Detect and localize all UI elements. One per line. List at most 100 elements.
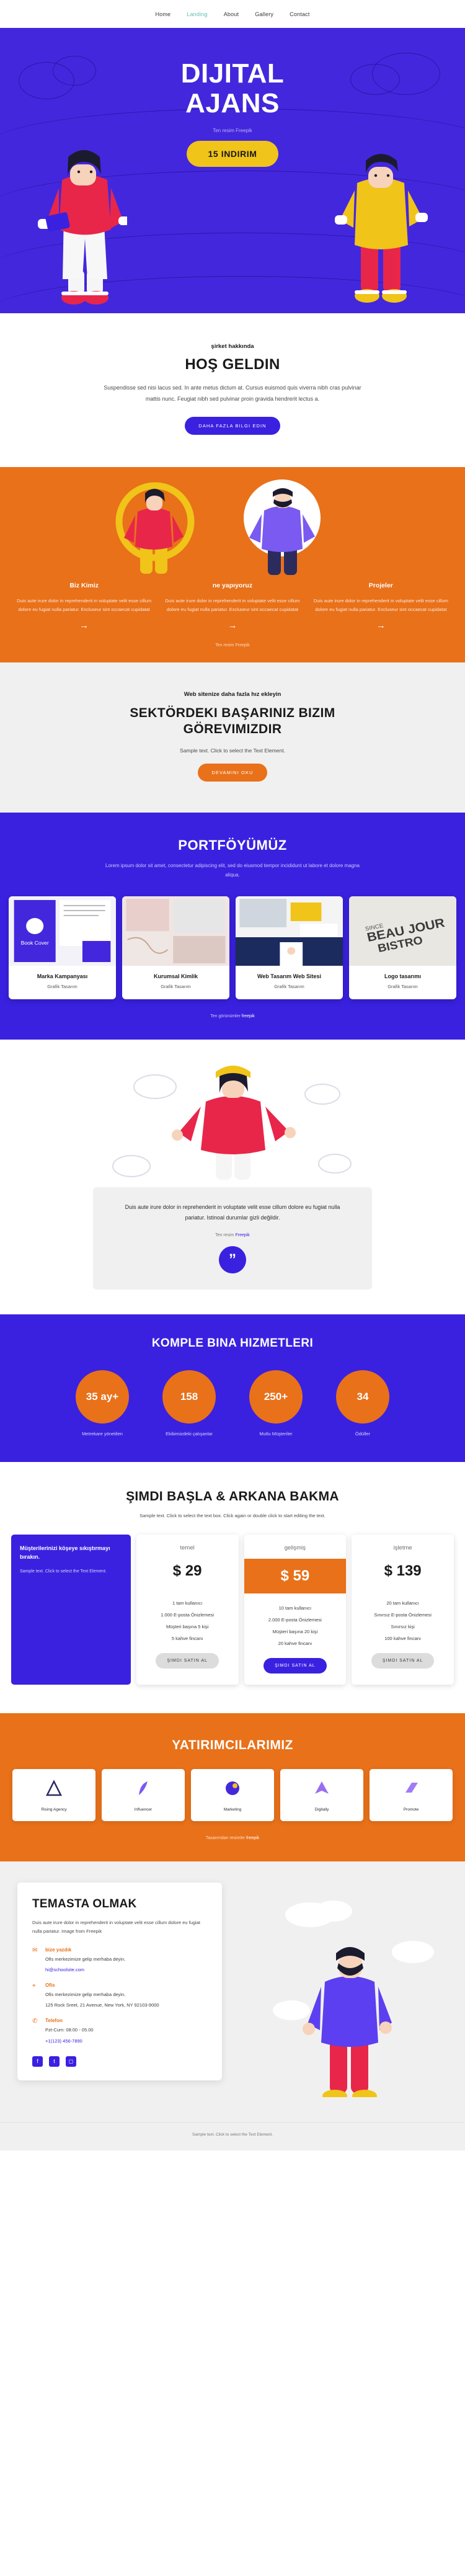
arrow-right-icon[interactable]: → <box>15 620 153 631</box>
contact-email-link[interactable]: hi@schoolsite.com <box>45 1967 84 1972</box>
plan-price: $ 59 <box>244 1559 347 1594</box>
portfolio-card-sub: Grafik Tasarım <box>388 983 418 989</box>
welcome-body: Suspendisse sed nisi lacus sed. In ante … <box>104 385 361 402</box>
features-illustration <box>0 473 465 582</box>
stats-title: KOMPLE BINA HIZMETLERI <box>151 1336 314 1350</box>
plan-feature: 1 tam kullanıcı <box>172 1600 203 1607</box>
facebook-icon[interactable]: f <box>32 2056 43 2067</box>
svg-text:Book Cover: Book Cover <box>21 940 49 946</box>
plan-buy-button[interactable]: ŞIMDI SATIN AL <box>156 1653 219 1669</box>
twitter-icon[interactable]: t <box>49 2056 60 2067</box>
hero-title-line1: DIJITAL <box>180 58 285 89</box>
mission-sample-text: Sample text. Click to select the Text El… <box>180 747 285 754</box>
portfolio-card[interactable]: Book Cover Marka Kampanyası Grafik Tasar… <box>9 896 116 999</box>
promo-body: Sample text. Click to select the Text El… <box>20 1569 107 1574</box>
nav-item-about[interactable]: About <box>224 11 239 17</box>
nav-item-landing[interactable]: Landing <box>187 11 207 17</box>
pricing-plan-advanced[interactable]: gelişmiş $ 59 10 tam kullanıcı 2.000 E-p… <box>244 1535 347 1685</box>
arrow-right-icon[interactable]: → <box>312 620 450 631</box>
investor-logo-card[interactable]: Digitally <box>280 1769 363 1822</box>
feature-column-3: Projeler Duis aute irure dolor in repreh… <box>312 582 450 631</box>
location-icon: ⌖ <box>32 1982 36 1990</box>
quote-credit: Ten resim Freepik <box>118 1233 347 1237</box>
plan-buy-button[interactable]: ŞIMDI SATIN AL <box>371 1653 435 1669</box>
nav-item-home[interactable]: Home <box>155 11 170 17</box>
portfolio-cards: Book Cover Marka Kampanyası Grafik Tasar… <box>0 896 465 999</box>
nav-item-gallery[interactable]: Gallery <box>255 11 273 17</box>
mission-eyebrow: Web sitenize daha fazla hız ekleyin <box>184 690 281 698</box>
portfolio-card-sub: Grafik Tasarım <box>274 983 304 989</box>
portfolio-title: PORTFÖYÜMÜZ <box>178 837 287 853</box>
contact-address: 125 Rock Sreet, 21 Avenue, New York, NY … <box>45 2002 159 2008</box>
investors-credit-brand[interactable]: freepik <box>246 1836 259 1840</box>
welcome-more-button[interactable]: DAHA FAZLA BILGI EDIN <box>185 417 280 435</box>
portfolio-card-title: Logo tasarımı <box>384 973 421 979</box>
pricing-plan-basic[interactable]: temel $ 29 1 tam kullanıcı 1.000 E-posta… <box>136 1535 239 1685</box>
top-navigation: Home Landing About Gallery Contact <box>0 0 465 28</box>
mission-section: Web sitenize daha fazla hız ekleyin SEKT… <box>0 662 465 813</box>
contact-block-office: ⌖ Ofis Ofis merkezimize gelip merhaba de… <box>32 1982 207 2009</box>
investor-name: Digitally <box>314 1807 329 1812</box>
investor-logos: Rising Agency Influencer Marketing Digit… <box>0 1769 465 1822</box>
portfolio-card-sub: Grafik Tasarım <box>47 983 78 989</box>
features-columns: Biz Kimiz Duis aute irure dolor in repre… <box>0 582 465 631</box>
stats-section: KOMPLE BINA HIZMETLERI 35 ay+ Metrekare … <box>0 1314 465 1463</box>
stat-label: Ekibimizdeki çalışanlar <box>166 1430 213 1437</box>
mission-readmore-button[interactable]: DEVAMINI OKU <box>198 764 267 782</box>
investor-name: Influencer <box>134 1807 153 1812</box>
portfolio-card-sub: Grafik Tasarım <box>161 983 191 989</box>
pricing-plan-business[interactable]: işletme $ 139 20 tam kullanıcı Sınırsız … <box>352 1535 454 1685</box>
pricing-sample-text: Sample text. Click to select the text bo… <box>140 1513 326 1519</box>
contact-block-email: ✉ bize yazdık Ofis merkezimize gelip mer… <box>32 1947 207 1974</box>
quote-card: Duis aute irure dolor in reprehenderit i… <box>93 1187 372 1290</box>
investor-logo-card[interactable]: Marketing <box>191 1769 274 1822</box>
stat-value: 158 <box>162 1370 216 1424</box>
portfolio-section: PORTFÖYÜMÜZ Lorem ipsum dolor sit amet, … <box>0 813 465 1040</box>
investor-logo-card[interactable]: Promote <box>370 1769 453 1822</box>
pricing-section: ŞIMDI BAŞLA & ARKANA BAKMA Sample text. … <box>0 1462 465 1714</box>
quote-credit-brand[interactable]: Freepik <box>235 1233 249 1237</box>
nav-item-contact[interactable]: Contact <box>290 11 309 17</box>
plan-buy-button[interactable]: ŞIMDI SATIN AL <box>264 1658 327 1674</box>
hero-discount-button[interactable]: 15 INDIRIM <box>187 141 278 167</box>
contact-block-body: Ofis merkezimize gelip merhaba deyin. <box>45 1956 126 1962</box>
investors-section: YATIRIMCILARIMIZ Rising Agency Influence… <box>0 1713 465 1862</box>
quote-illustration <box>0 1057 465 1187</box>
investor-logo-card[interactable]: Influencer <box>102 1769 185 1822</box>
plan-feature: 5 kahve fincanı <box>171 1636 203 1642</box>
stat-value: 250+ <box>249 1370 303 1424</box>
plan-features: 10 tam kullanıcı 2.000 E-posta Önizlemes… <box>244 1602 347 1649</box>
portfolio-credit-brand[interactable]: freepik <box>242 1014 255 1018</box>
feature-title: ne yapıyoruz <box>212 582 253 589</box>
stat-item: 34 Ödüller <box>333 1370 392 1437</box>
feature-title: Projeler <box>368 582 393 589</box>
plan-feature: Sınırsız E-posta Önizlemesi <box>374 1612 432 1618</box>
mission-title: SEKTÖRDEKI BAŞARINIZ BIZIM GÖREVIMIZDIR <box>130 705 335 736</box>
promote-icon <box>405 1783 418 1793</box>
contact-intro: Duis aute irure dolor in reprehenderit i… <box>32 1920 200 1935</box>
investor-logo-card[interactable]: Rising Agency <box>12 1769 95 1822</box>
feature-column-1: Biz Kimiz Duis aute irure dolor in repre… <box>15 582 153 631</box>
quote-mark-icon: ” <box>219 1246 246 1273</box>
portfolio-card[interactable]: Kurumsal Kimlik Grafik Tasarım <box>122 896 229 999</box>
portfolio-card[interactable]: SINCE BEAU JOUR BISTRO Logo tasarımı Gra… <box>349 896 456 999</box>
investors-credit-prefix: Tasarımdan resimler <box>205 1836 247 1841</box>
welcome-eyebrow: şirket hakkında <box>211 343 254 350</box>
stats-row: 35 ay+ Metrekare yönetilen 158 Ekibimizd… <box>0 1370 465 1437</box>
rising-agency-icon <box>45 1780 63 1796</box>
stat-label: Mutlu Müşteriler <box>259 1430 293 1437</box>
phone-icon: ✆ <box>32 2018 38 2025</box>
instagram-icon[interactable]: ◻ <box>66 2056 76 2067</box>
arrow-right-icon[interactable]: → <box>163 620 301 631</box>
investors-credit: Tasarımdan resimler freepik <box>0 1836 465 1840</box>
quote-section: Duis aute irure dolor in reprehenderit i… <box>0 1039 465 1314</box>
plan-price: $ 29 <box>172 1562 202 1580</box>
digitally-icon <box>315 1781 329 1794</box>
stat-item: 250+ Mutlu Müşteriler <box>246 1370 306 1437</box>
quote-text: Duis aute irure dolor in reprehenderit i… <box>125 1203 340 1221</box>
pricing-promo-card: Müşterilerinizi köşeye sıkıştırmayı bıra… <box>11 1535 131 1685</box>
portfolio-card[interactable]: Web Tasarım Web Sitesi Grafik Tasarım <box>236 896 343 999</box>
feature-body: Duis aute irure dolor in reprehenderit i… <box>17 598 152 612</box>
contact-block-title: bize yazdık <box>45 1946 72 1953</box>
contact-phone-link[interactable]: +1(123) 456-7890 <box>45 2038 82 2044</box>
